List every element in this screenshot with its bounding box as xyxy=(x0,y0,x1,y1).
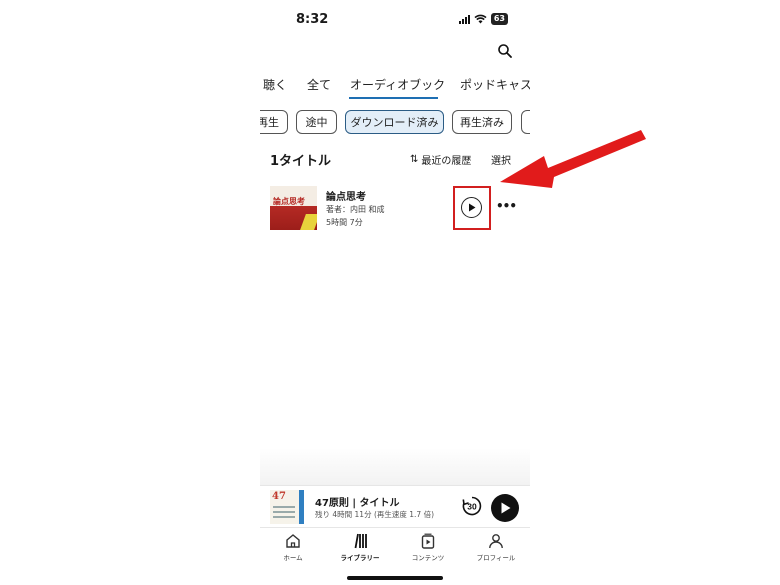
profile-icon xyxy=(489,534,503,549)
book-title[interactable]: 論点思考 xyxy=(326,188,366,203)
nav-content[interactable]: コンテンツ xyxy=(398,533,458,562)
filter-chip-in-progress[interactable]: 途中 xyxy=(296,110,337,134)
skip-seconds: 30 xyxy=(467,502,477,512)
book-cover[interactable]: 論点思考 xyxy=(270,186,317,230)
tab-listen[interactable]: 聴く xyxy=(263,76,287,93)
battery-indicator: 63 xyxy=(490,13,508,25)
title-count: 1タイトル xyxy=(270,154,332,169)
nav-content-label: コンテンツ xyxy=(411,554,445,562)
select-button[interactable]: 選択 xyxy=(491,152,511,167)
nav-home[interactable]: ホーム xyxy=(263,533,323,562)
tab-active-indicator xyxy=(349,97,438,99)
mini-player-cover: 47 xyxy=(270,490,304,524)
filter-chips: 再生 途中 ダウンロード済み 再生済み xyxy=(260,110,530,136)
status-time: 8:32 xyxy=(296,12,329,27)
sort-icon: ⇅ xyxy=(410,154,419,165)
cover-sticker xyxy=(300,214,317,230)
tab-audiobook[interactable]: オーディオブック xyxy=(350,76,445,93)
filter-chip-play[interactable]: 再生 xyxy=(260,110,288,134)
mini-cover-text: 47 xyxy=(272,491,286,502)
status-icons: 63 xyxy=(458,13,508,25)
nav-library-label: ライブラリー xyxy=(340,554,380,562)
search-icon[interactable] xyxy=(497,43,513,59)
mini-player-remaining: 残り 4時間 11分 (再生速度 1.7 倍) xyxy=(315,510,435,519)
home-indicator xyxy=(347,576,443,580)
play-icon xyxy=(501,502,510,514)
more-options-icon[interactable]: ••• xyxy=(496,199,517,213)
filter-chip-played[interactable]: 再生済み xyxy=(452,110,512,134)
filter-chip-downloaded[interactable]: ダウンロード済み xyxy=(345,110,444,134)
cover-title: 論点思考 xyxy=(273,196,305,206)
mini-cover-line xyxy=(273,511,295,513)
skip-back-30-icon[interactable]: 30 xyxy=(461,495,483,517)
mini-cover-band xyxy=(299,490,304,524)
tab-podcast[interactable]: ポッドキャスト xyxy=(460,76,530,93)
nav-profile[interactable]: プロフィール xyxy=(466,533,526,562)
sort-label: 最近の履歴 xyxy=(421,156,472,167)
phone-screen: 8:32 63 聴く 全て オーディオブック ポッドキャスト 再生 途中 ダウン… xyxy=(260,0,530,585)
tab-all[interactable]: 全て xyxy=(307,76,331,93)
play-icon xyxy=(468,203,475,212)
book-author: 著者：内田 和成 xyxy=(326,205,385,214)
wifi-icon xyxy=(474,14,487,24)
list-fade xyxy=(260,448,530,486)
nav-home-label: ホーム xyxy=(283,554,303,562)
mini-player-title: 47原則 | タイトル xyxy=(315,498,400,509)
content-icon xyxy=(421,533,435,549)
filter-chip-more[interactable] xyxy=(521,110,530,134)
mini-cover-line xyxy=(273,516,295,518)
book-duration: 5時間 7分 xyxy=(326,218,363,227)
nav-library[interactable]: ライブラリー xyxy=(330,533,390,562)
mini-player[interactable]: 47 47原則 | タイトル 残り 4時間 11分 (再生速度 1.7 倍) 3… xyxy=(260,485,530,528)
mini-player-play-button[interactable] xyxy=(491,494,519,522)
library-tabs: 聴く 全て オーディオブック ポッドキャスト xyxy=(260,74,530,100)
nav-profile-label: プロフィール xyxy=(476,554,516,562)
home-icon xyxy=(286,534,300,548)
signal-icon xyxy=(458,14,470,24)
sort-button[interactable]: ⇅ 最近の履歴 xyxy=(410,152,471,167)
library-icon xyxy=(354,533,367,549)
play-button[interactable] xyxy=(461,197,482,218)
mini-cover-line xyxy=(273,506,295,508)
